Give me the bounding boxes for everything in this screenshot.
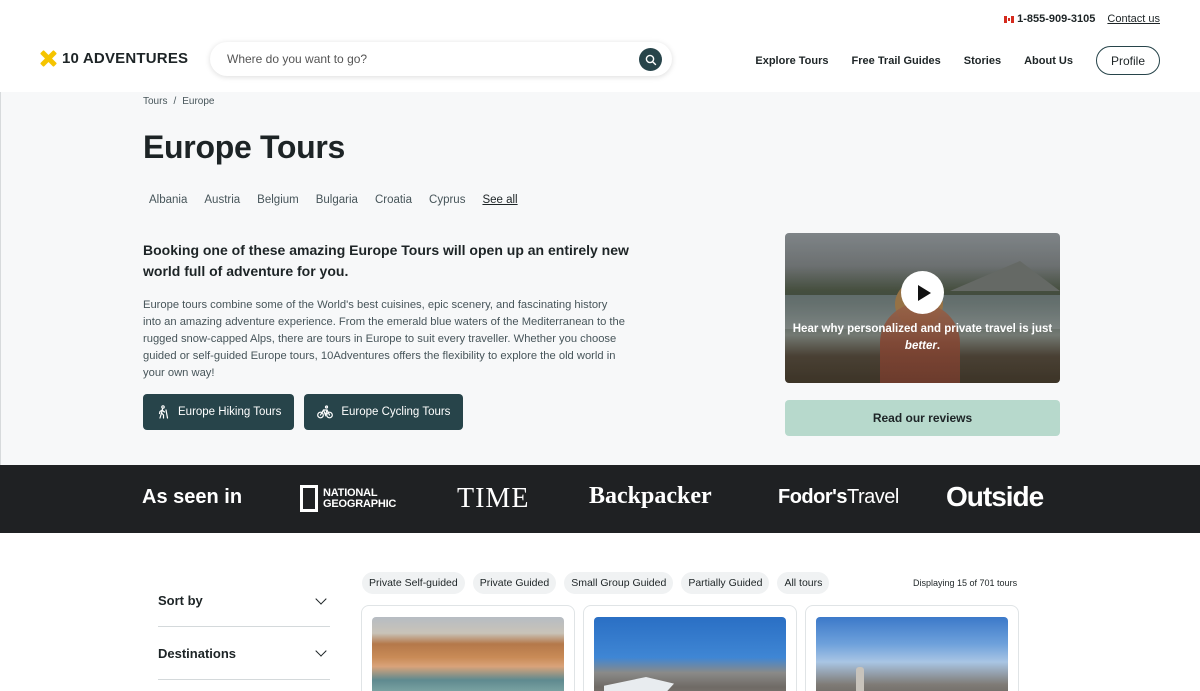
intro-body: Europe tours combine some of the World's… xyxy=(143,299,625,379)
tour-card-image xyxy=(594,617,786,691)
page-title: Europe Tours xyxy=(143,129,346,165)
nav-free-trail-guides[interactable]: Free Trail Guides xyxy=(852,55,941,67)
national-geographic-logo: NATIONAL GEOGRAPHIC xyxy=(300,485,396,512)
nav-explore-tours[interactable]: Explore Tours xyxy=(755,55,828,67)
sort-by-filter[interactable]: Sort by xyxy=(158,575,330,627)
hiker-icon xyxy=(158,405,169,419)
hero-section: Tours / Europe Europe Tours Albania Aust… xyxy=(0,92,1200,465)
utility-bar: 1-855-909-3105 Contact us xyxy=(1004,13,1160,25)
logo-x-icon xyxy=(40,50,57,67)
country-link-austria[interactable]: Austria xyxy=(204,194,240,206)
bicycle-icon xyxy=(317,405,334,419)
tab-private-self-guided[interactable]: Private Self-guided xyxy=(362,572,465,594)
tour-card-image xyxy=(816,617,1008,691)
outside-logo: Outside xyxy=(946,481,1044,512)
contact-us-link[interactable]: Contact us xyxy=(1107,13,1160,25)
tab-all-tours[interactable]: All tours xyxy=(777,572,830,594)
fodors-travel-logo: Fodor'sTravel xyxy=(778,486,899,508)
logo-text: 10 ADVENTURES xyxy=(62,50,189,67)
see-all-countries-link[interactable]: See all xyxy=(482,194,517,206)
tour-card-image xyxy=(372,617,564,691)
breadcrumb-europe[interactable]: Europe xyxy=(182,96,214,107)
main-nav: Explore Tours Free Trail Guides Stories … xyxy=(732,46,1160,75)
country-links: Albania Austria Belgium Bulgaria Croatia… xyxy=(149,194,535,206)
press-label: As seen in xyxy=(142,486,243,508)
tab-private-guided[interactable]: Private Guided xyxy=(472,572,557,594)
play-icon xyxy=(918,284,931,301)
tab-small-group-guided[interactable]: Small Group Guided xyxy=(564,572,674,594)
country-link-bulgaria[interactable]: Bulgaria xyxy=(316,194,358,206)
canada-flag-icon xyxy=(1004,15,1015,23)
breadcrumb-tours[interactable]: Tours xyxy=(143,96,167,107)
europe-hiking-tours-button[interactable]: Europe Hiking Tours xyxy=(143,394,295,430)
country-link-albania[interactable]: Albania xyxy=(149,194,187,206)
cta-row: Europe Hiking Tours Europe Cycling Tours xyxy=(143,394,464,430)
tour-card[interactable] xyxy=(805,605,1019,691)
result-count: Displaying 15 of 701 tours xyxy=(913,578,1018,588)
destinations-label: Destinations xyxy=(158,645,237,661)
search-input[interactable] xyxy=(227,52,617,66)
chevron-down-icon xyxy=(315,592,327,605)
read-reviews-button[interactable]: Read our reviews xyxy=(785,400,1060,436)
europe-hiking-tours-label: Europe Hiking Tours xyxy=(178,406,282,418)
press-band: As seen in NATIONAL GEOGRAPHIC TIME Back… xyxy=(0,465,1200,533)
chevron-down-icon xyxy=(315,645,327,657)
destinations-filter[interactable]: Destinations xyxy=(158,627,330,680)
country-link-belgium[interactable]: Belgium xyxy=(257,194,299,206)
tab-partially-guided[interactable]: Partially Guided xyxy=(681,572,770,594)
country-link-croatia[interactable]: Croatia xyxy=(375,194,412,206)
tour-card[interactable] xyxy=(361,605,575,691)
search-icon xyxy=(645,54,656,65)
site-logo[interactable]: 10 ADVENTURES xyxy=(40,50,188,67)
europe-cycling-tours-label: Europe Cycling Tours xyxy=(341,406,451,418)
breadcrumb-separator: / xyxy=(173,96,177,107)
site-header: 1-855-909-3105 Contact us 10 ADVENTURES … xyxy=(0,0,1200,92)
play-button[interactable] xyxy=(901,271,944,314)
nav-stories[interactable]: Stories xyxy=(964,55,1001,67)
europe-cycling-tours-button[interactable]: Europe Cycling Tours xyxy=(304,394,464,430)
search-bar xyxy=(210,42,672,76)
sort-by-label: Sort by xyxy=(158,593,203,608)
search-button[interactable] xyxy=(639,48,662,71)
intro-lead: Booking one of these amazing Europe Tour… xyxy=(143,242,629,279)
nav-about-us[interactable]: About Us xyxy=(1024,55,1073,67)
country-link-cyprus[interactable]: Cyprus xyxy=(429,194,465,206)
profile-button[interactable]: Profile xyxy=(1095,46,1160,75)
tour-type-tabs: Private Self-guided Private Guided Small… xyxy=(362,572,830,594)
breadcrumb: Tours / Europe xyxy=(143,96,214,107)
testimonial-video[interactable]: Hear why personalized and private travel… xyxy=(785,233,1060,383)
video-caption: Hear why personalized and private travel… xyxy=(792,323,1053,352)
tour-card[interactable] xyxy=(583,605,797,691)
phone-number: 1-855-909-3105 xyxy=(1017,13,1096,25)
backpacker-logo: Backpacker xyxy=(589,483,712,509)
time-logo: TIME xyxy=(457,483,530,514)
phone-link[interactable]: 1-855-909-3105 xyxy=(1004,13,1095,25)
filter-sidebar: Sort by Destinations xyxy=(158,575,330,680)
